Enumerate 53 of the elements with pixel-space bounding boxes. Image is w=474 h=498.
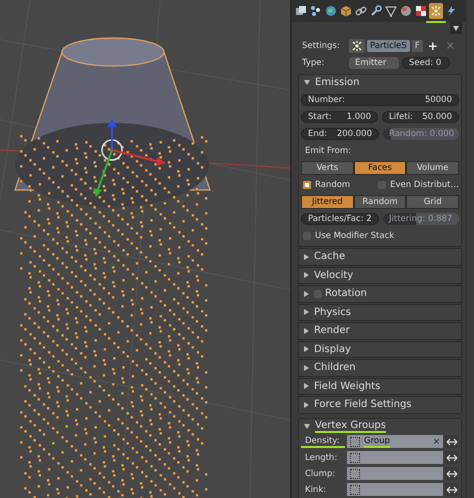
globe-icon[interactable] — [324, 3, 338, 19]
distribution-option[interactable]: Jittered — [301, 194, 354, 208]
type-label: Type: — [301, 58, 326, 68]
particle-settings-field[interactable]: ParticleS — [367, 40, 410, 52]
panel-header[interactable]: Velocity — [298, 266, 462, 284]
sparkle-icon[interactable] — [349, 38, 365, 52]
invert-arrows-icon[interactable] — [445, 483, 459, 496]
vertex-group-field[interactable] — [347, 467, 443, 480]
distribution-option[interactable]: Grid — [406, 194, 460, 208]
settings-label: Settings: — [301, 40, 341, 50]
cube-icon[interactable] — [339, 3, 353, 19]
end-field[interactable]: End: 200.000 — [301, 128, 379, 140]
panel-header[interactable]: Force Field Settings — [298, 396, 462, 414]
add-button[interactable]: + — [424, 38, 441, 52]
lifetime-field[interactable]: Lifeti: 50.000 — [382, 110, 459, 122]
distribution-option[interactable]: Random — [354, 194, 406, 208]
seed-field[interactable]: Seed: 0 — [402, 56, 450, 68]
vertex-group-field[interactable]: Group × — [347, 435, 443, 448]
invert-arrows-icon[interactable] — [445, 435, 459, 448]
emit-from-option[interactable]: Faces — [354, 160, 406, 174]
vertex-group-field[interactable] — [347, 451, 443, 464]
checker-icon[interactable] — [414, 3, 428, 19]
panel-header[interactable]: Field Weights — [298, 378, 462, 395]
even-distribution-checkbox[interactable]: Even Distribut… — [376, 180, 459, 190]
emission-header[interactable]: Emission — [301, 75, 459, 90]
invert-arrows-icon[interactable] — [445, 467, 459, 480]
panel-header[interactable]: Render — [298, 322, 462, 340]
panel-header[interactable]: Rotation — [298, 285, 462, 302]
vertex-group-label: Density: — [301, 436, 345, 448]
vertex-group-field[interactable] — [347, 483, 443, 496]
vertex-groups-header[interactable]: Vertex Groups — [301, 418, 459, 434]
vertex-group-label: Length: — [304, 452, 338, 462]
dots-icon[interactable] — [309, 3, 323, 19]
vertex-group-label: Kink: — [304, 484, 328, 494]
modifier-stack-checkbox[interactable]: Use Modifier Stack — [301, 230, 394, 240]
sphere-icon[interactable] — [399, 3, 413, 19]
particles-per-face-field[interactable]: Particles/Fac: 2 — [301, 212, 379, 224]
emit-from-option[interactable]: Volume — [406, 160, 460, 174]
panel-header[interactable]: Display — [298, 340, 462, 358]
jittering-slider[interactable]: Jittering: 0.887 — [383, 212, 459, 224]
random-checkbox[interactable]: Random — [301, 180, 372, 190]
panel-header[interactable]: Children — [298, 359, 462, 376]
invert-arrows-icon[interactable] — [445, 451, 459, 464]
type-dropdown[interactable]: Emitter — [349, 56, 399, 68]
panel-header[interactable]: Cache — [298, 248, 462, 266]
emit-from-option[interactable]: Verts — [301, 160, 354, 174]
panel-header[interactable]: Physics — [298, 304, 462, 321]
fake-user-button[interactable]: F — [412, 40, 423, 52]
emit-from-label: Emit From: — [304, 146, 351, 156]
number-field[interactable]: Number: 50000 — [301, 94, 459, 106]
vertex-group-label: Clump: — [304, 468, 336, 478]
transform-gizmo-icon[interactable] — [93, 119, 166, 197]
start-field[interactable]: Start: 1.000 — [301, 110, 378, 122]
